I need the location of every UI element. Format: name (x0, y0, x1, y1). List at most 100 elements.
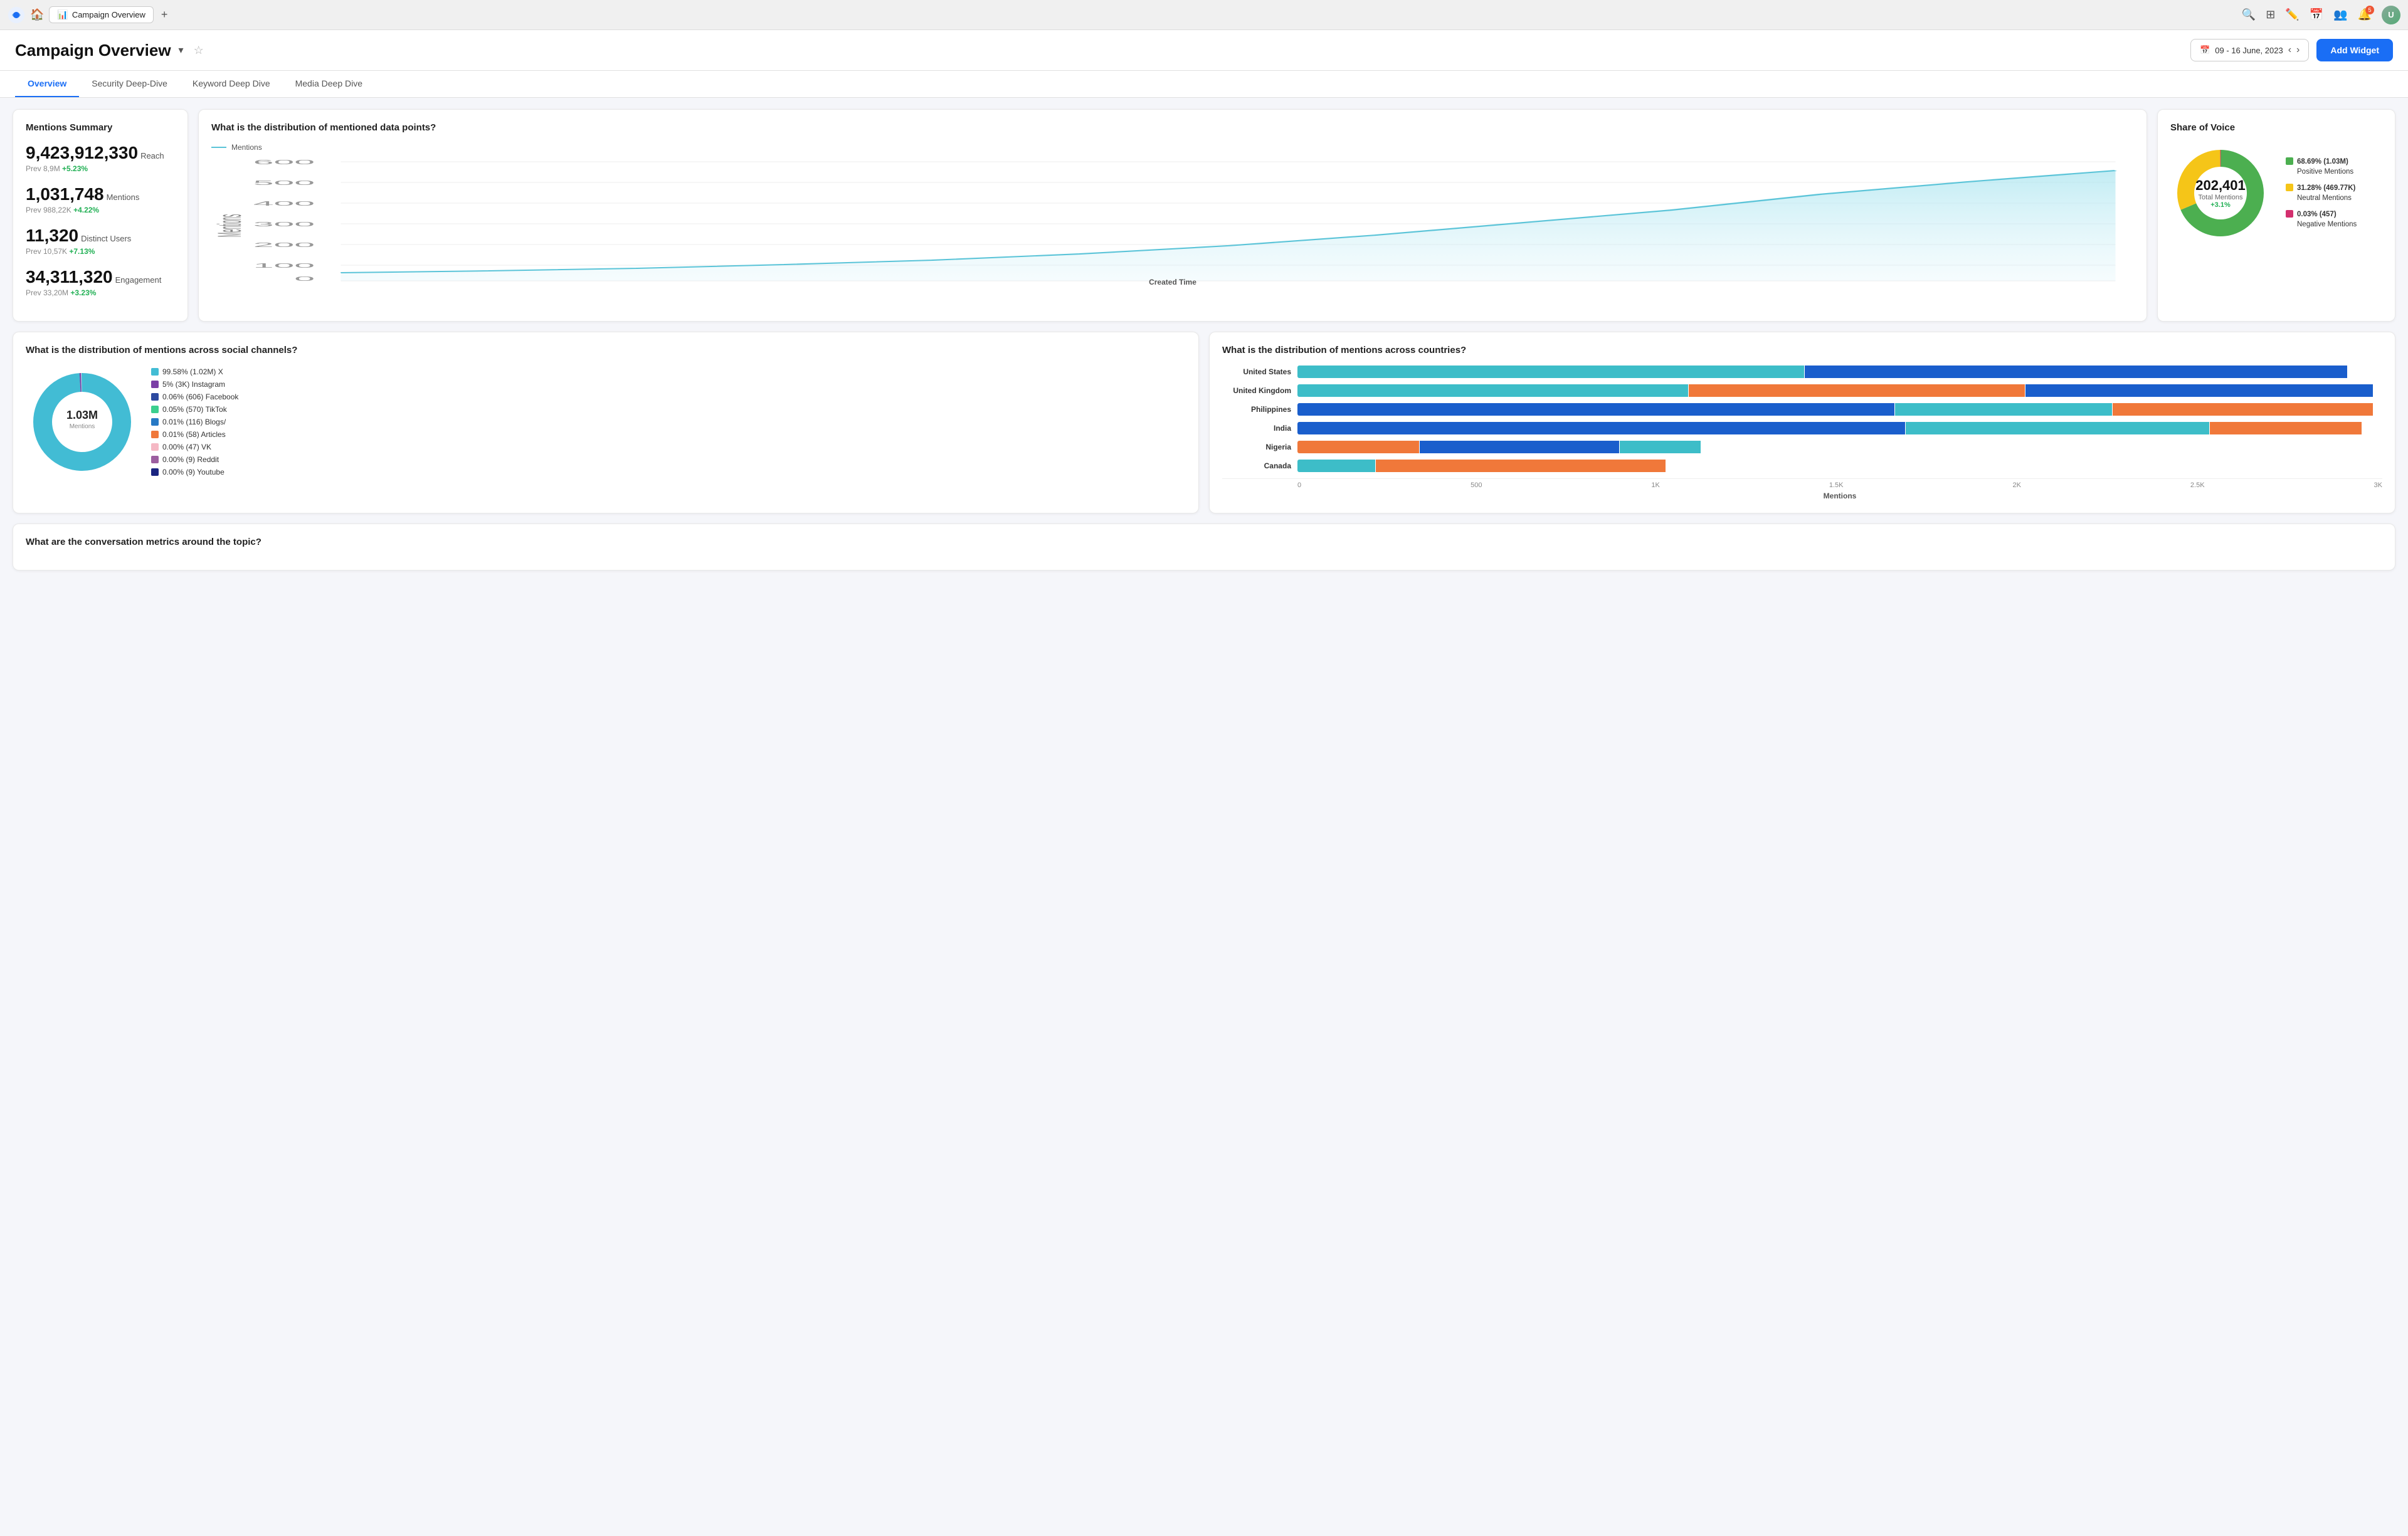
users-metric: 11,320Distinct Users Prev 10,57K +7.13% (26, 226, 175, 256)
sov-label: Total Mentions (2195, 194, 2246, 201)
mentions-label: Mentions (107, 192, 140, 202)
engagement-value: 34,311,320 (26, 267, 113, 287)
social-content: 1.03M Mentions 99.58% (1.02M) X 5% (3K) … (26, 366, 1186, 478)
social-hole (52, 392, 112, 452)
bar-us: United States (1222, 366, 2382, 378)
bar-ph-seg3 (2113, 403, 2373, 416)
reach-value: 9,423,912,330 (26, 143, 138, 162)
x-axis: 0 500 1K 1.5K 2K 2.5K 3K (1222, 478, 2382, 489)
svg-text:500: 500 (253, 179, 315, 186)
bar-india-seg3 (2210, 422, 2362, 434)
reach-label: Reach (140, 151, 164, 160)
social-center-label: Mentions (70, 423, 95, 430)
bottom-title: What are the conversation metrics around… (26, 537, 2382, 547)
sov-content: 202,401 Total Mentions +3.1% 68.69% (1.0… (2170, 143, 2382, 243)
tab-media[interactable]: Media Deep Dive (283, 71, 375, 97)
add-tab-button[interactable]: + (161, 8, 168, 21)
youtube-label: 0.00% (9) Youtube (162, 468, 224, 476)
edit-icon[interactable]: ✏️ (2285, 8, 2299, 21)
home-icon[interactable]: 🏠 (30, 8, 44, 21)
svg-text:600: 600 (253, 159, 315, 166)
reddit-dot (151, 456, 159, 463)
user-avatar[interactable]: U (2382, 6, 2400, 24)
x-dot (151, 368, 159, 376)
title-dropdown[interactable]: ▾ (179, 44, 184, 56)
bar-india: India (1222, 422, 2382, 434)
bar-ph-label: Philippines (1222, 405, 1291, 414)
blogs-dot (151, 418, 159, 426)
legend-facebook: 0.06% (606) Facebook (151, 392, 238, 401)
vk-dot (151, 443, 159, 451)
bar-us-container (1297, 366, 2382, 378)
positive-label: Positive Mentions (2297, 168, 2353, 176)
reach-sub: Prev 8,9M +5.23% (26, 164, 175, 173)
legend-tiktok: 0.05% (570) TikTok (151, 405, 238, 414)
negative-pct: 0.03% (457) (2297, 211, 2337, 218)
bar-india-seg2 (1906, 422, 2209, 434)
bar-canada-label: Canada (1222, 461, 1291, 470)
negative-label: Negative Mentions (2297, 221, 2357, 228)
favorite-icon[interactable]: ☆ (194, 44, 204, 57)
tick-1k: 1K (1651, 481, 1659, 489)
positive-text: 68.69% (1.03M) Positive Mentions (2297, 157, 2353, 177)
area-chart-svg: 600 500 400 300 200 100 0 (211, 157, 2134, 282)
sov-title: Share of Voice (2170, 122, 2382, 133)
calendar-small-icon: 📅 (2200, 45, 2210, 55)
youtube-dot (151, 468, 159, 476)
articles-label: 0.01% (58) Articles (162, 430, 226, 439)
engagement-metric: 34,311,320Engagement Prev 33,20M +3.23% (26, 267, 175, 297)
social-legend: 99.58% (1.02M) X 5% (3K) Instagram 0.06%… (151, 367, 238, 476)
tab-keyword[interactable]: Keyword Deep Dive (180, 71, 283, 97)
x-label: 99.58% (1.02M) X (162, 367, 223, 376)
bar-canada: Canada (1222, 460, 2382, 472)
svg-text:300: 300 (253, 221, 315, 228)
mentions-value: 1,031,748 (26, 184, 104, 204)
tiktok-dot (151, 406, 159, 413)
apps-icon[interactable]: ⊞ (2266, 8, 2275, 21)
social-title: What is the distribution of mentions acr… (26, 345, 1186, 355)
bottom-card: What are the conversation metrics around… (13, 523, 2395, 571)
page-title: Campaign Overview (15, 41, 171, 60)
tick-500: 500 (1471, 481, 1482, 489)
positive-pct: 68.69% (1.03M) (2297, 158, 2348, 166)
tick-0: 0 (1297, 481, 1301, 489)
legend-reddit: 0.00% (9) Reddit (151, 455, 238, 464)
social-channels-card: What is the distribution of mentions acr… (13, 332, 1199, 513)
tab-overview[interactable]: Overview (15, 71, 79, 97)
bar-nigeria-seg3 (1620, 441, 1701, 453)
bar-uk-seg2 (1689, 384, 2025, 397)
mentions-metric: 1,031,748Mentions Prev 988,22K +4.22% (26, 184, 175, 214)
svg-text:200: 200 (253, 241, 315, 248)
bar-ph: Philippines (1222, 403, 2382, 416)
bar-canada-seg1 (1297, 460, 1375, 472)
negative-dot (2286, 210, 2293, 218)
instagram-label: 5% (3K) Instagram (162, 380, 225, 389)
bar-nigeria: Nigeria (1222, 441, 2382, 453)
add-widget-button[interactable]: Add Widget (2316, 39, 2393, 61)
svg-text:400: 400 (253, 200, 315, 207)
notifications-icon[interactable]: 🔔 5 (2358, 8, 2372, 21)
date-prev-button[interactable]: ‹ (2288, 45, 2291, 56)
browser-tab[interactable]: 📊 Campaign Overview (49, 6, 153, 23)
content-area: Mentions Summary 9,423,912,330Reach Prev… (0, 98, 2408, 582)
mentions-summary-card: Mentions Summary 9,423,912,330Reach Prev… (13, 109, 188, 322)
people-icon[interactable]: 👥 (2333, 8, 2347, 21)
legend-vk: 0.00% (47) VK (151, 443, 238, 451)
positive-dot (2286, 157, 2293, 165)
tabs-bar: Overview Security Deep-Dive Keyword Deep… (0, 71, 2408, 98)
date-range-selector[interactable]: 📅 09 - 16 June, 2023 ‹ › (2190, 39, 2309, 61)
facebook-label: 0.06% (606) Facebook (162, 392, 238, 401)
neutral-dot (2286, 184, 2293, 191)
calendar-icon[interactable]: 📅 (2310, 8, 2323, 21)
countries-card: What is the distribution of mentions acr… (1209, 332, 2395, 513)
reddit-label: 0.00% (9) Reddit (162, 455, 219, 464)
date-next-button[interactable]: › (2296, 45, 2300, 56)
tab-security[interactable]: Security Deep-Dive (79, 71, 180, 97)
facebook-dot (151, 393, 159, 401)
bar-us-seg1 (1297, 366, 1804, 378)
area-chart: 600 500 400 300 200 100 0 (211, 157, 2134, 282)
legend-blogs: 0.01% (116) Blogs/ (151, 418, 238, 426)
search-icon[interactable]: 🔍 (2242, 8, 2256, 21)
mentions-summary-title: Mentions Summary (26, 122, 175, 133)
negative-text: 0.03% (457) Negative Mentions (2297, 209, 2357, 229)
